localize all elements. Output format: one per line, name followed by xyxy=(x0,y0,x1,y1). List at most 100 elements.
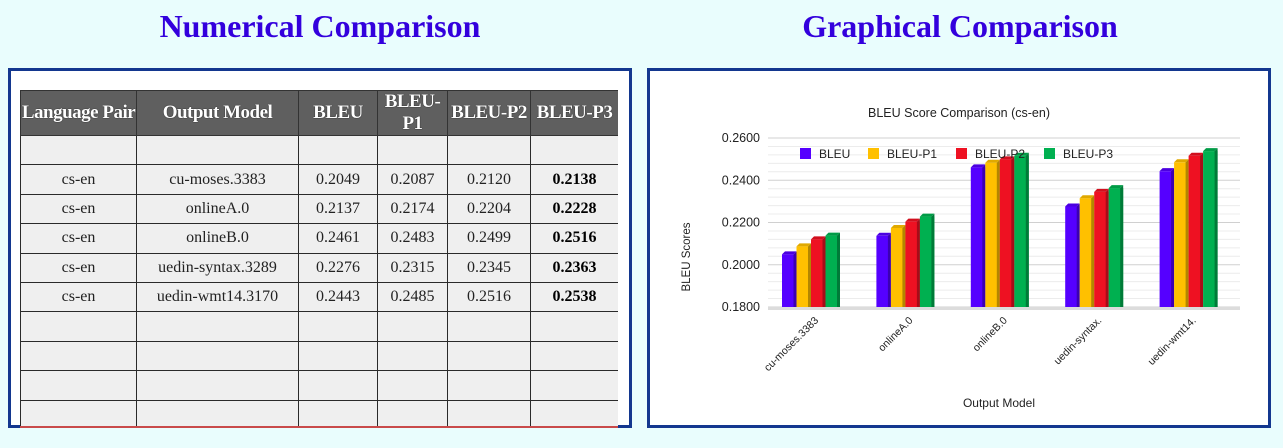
cell-output-model: uedin-wmt14.3170 xyxy=(136,281,299,313)
empty-cell xyxy=(377,311,448,342)
graphical-comparison-panel: BLEU Score Comparison (cs-en) BLEU Score… xyxy=(647,68,1271,428)
table-header-row: Language Pair Output Model BLEU BLEU-P1 … xyxy=(20,90,618,136)
table-row: cs-en uedin-wmt14.3170 0.2443 0.2485 0.2516 0… xyxy=(20,281,618,313)
table-row: cs-en cu-moses.3383 0.2049 0.2087 0.2120 0.21… xyxy=(20,164,618,195)
empty-table-row xyxy=(20,399,618,426)
empty-cell xyxy=(20,134,137,166)
empty-cell xyxy=(530,399,618,426)
bar xyxy=(782,251,797,307)
bar xyxy=(796,243,811,307)
empty-cell xyxy=(298,340,378,372)
empty-cell xyxy=(136,370,299,401)
header-bleu-p2: BLEU-P2 xyxy=(447,90,531,136)
legend-swatch xyxy=(868,148,879,159)
bar xyxy=(1079,195,1095,307)
empty-cell xyxy=(136,311,299,342)
cell-bleu-p3: 0.2538 xyxy=(530,281,618,313)
numerical-comparison-panel: Language Pair Output Model BLEU BLEU-P1 … xyxy=(8,68,632,428)
numerical-comparison-heading: Numerical Comparison xyxy=(159,8,481,44)
cell-bleu-p2: 0.2120 xyxy=(447,164,531,195)
cell-bleu: 0.2276 xyxy=(298,252,378,283)
y-tick-label: 0.2600 xyxy=(722,131,760,145)
cell-bleu: 0.2461 xyxy=(298,223,378,254)
x-tick-label: uedin-syntax. xyxy=(1052,315,1105,368)
empty-cell xyxy=(377,134,448,166)
chart-floor xyxy=(768,307,1240,310)
empty-cell xyxy=(377,370,448,401)
bar xyxy=(905,218,920,307)
bar xyxy=(1108,185,1124,307)
empty-cell xyxy=(136,134,299,166)
cell-language-pair: cs-en xyxy=(20,252,137,283)
header-language-pair: Language Pair xyxy=(20,90,137,136)
y-axis-label: BLEU Scores xyxy=(681,222,693,291)
y-tick-label: 0.2200 xyxy=(722,216,760,230)
empty-cell xyxy=(447,340,531,372)
header-bleu: BLEU xyxy=(298,90,378,136)
legend-label: BLEU xyxy=(819,147,850,161)
legend-item: BLEU-P3 xyxy=(1044,147,1113,161)
cell-bleu-p1: 0.2087 xyxy=(377,164,448,195)
bar xyxy=(919,213,935,307)
y-tick-label: 0.2000 xyxy=(722,258,760,272)
y-tick-label: 0.1800 xyxy=(722,300,760,314)
empty-cell xyxy=(377,340,448,372)
bar xyxy=(1094,188,1109,307)
bar xyxy=(985,159,1000,307)
cell-bleu-p2: 0.2204 xyxy=(447,193,531,225)
legend-label: BLEU-P2 xyxy=(975,147,1025,161)
cell-output-model: cu-moses.3383 xyxy=(136,164,299,195)
legend-item: BLEU-P1 xyxy=(868,147,937,161)
legend-item: BLEU xyxy=(800,147,850,161)
x-tick-label: onlineA.0 xyxy=(876,315,916,355)
x-tick-label: cu-moses.3383 xyxy=(762,315,821,374)
empty-cell xyxy=(298,399,378,426)
bar xyxy=(825,232,840,307)
cell-bleu: 0.2049 xyxy=(298,164,378,195)
bleu-bar-chart: BLEU Score Comparison (cs-en) BLEU Score… xyxy=(681,106,1240,410)
cell-output-model: uedin-syntax.3289 xyxy=(136,252,299,283)
empty-cell xyxy=(20,340,137,372)
cell-bleu-p3: 0.2228 xyxy=(530,193,618,225)
results-table-container: Language Pair Output Model BLEU BLEU-P1 … xyxy=(20,90,618,428)
bar xyxy=(811,236,826,307)
graphical-comparison-heading: Graphical Comparison xyxy=(802,8,1118,44)
legend-item: BLEU-P2 xyxy=(956,147,1025,161)
results-table: Language Pair Output Model BLEU BLEU-P1 … xyxy=(20,90,618,426)
table-row: cs-en onlineB.0 0.2461 0.2483 0.2499 0.2516 xyxy=(20,223,618,254)
bar xyxy=(1174,159,1189,307)
empty-cell xyxy=(447,370,531,401)
bar xyxy=(1159,168,1175,307)
header-output-model: Output Model xyxy=(136,90,299,136)
empty-cell xyxy=(20,399,137,426)
x-tick-label: onlineB.0 xyxy=(970,315,1010,355)
x-axis-label: Output Model xyxy=(963,396,1035,410)
cell-bleu-p1: 0.2174 xyxy=(377,193,448,225)
cell-bleu-p1: 0.2315 xyxy=(377,252,448,283)
bar xyxy=(970,164,986,307)
cell-bleu: 0.2443 xyxy=(298,281,378,313)
bar xyxy=(890,224,906,307)
empty-table-row xyxy=(20,370,618,401)
empty-cell xyxy=(298,370,378,401)
cell-output-model: onlineB.0 xyxy=(136,223,299,254)
empty-cell xyxy=(447,311,531,342)
cell-language-pair: cs-en xyxy=(20,193,137,225)
cell-language-pair: cs-en xyxy=(20,223,137,254)
legend-swatch xyxy=(800,148,811,159)
empty-cell xyxy=(530,340,618,372)
empty-cell xyxy=(20,311,137,342)
empty-cell xyxy=(298,134,378,166)
empty-table-row xyxy=(20,340,618,372)
cell-bleu-p3: 0.2363 xyxy=(530,252,618,283)
empty-cell xyxy=(136,340,299,372)
bar xyxy=(876,232,891,307)
table-row: cs-en onlineA.0 0.2137 0.2174 0.2204 0.2228 xyxy=(20,193,618,225)
cell-bleu-p3: 0.2516 xyxy=(530,223,618,254)
chart-title: BLEU Score Comparison (cs-en) xyxy=(868,106,1050,120)
empty-cell xyxy=(20,370,137,401)
legend-swatch xyxy=(1044,148,1055,159)
cell-bleu-p1: 0.2483 xyxy=(377,223,448,254)
cell-language-pair: cs-en xyxy=(20,281,137,313)
cell-output-model: onlineA.0 xyxy=(136,193,299,225)
